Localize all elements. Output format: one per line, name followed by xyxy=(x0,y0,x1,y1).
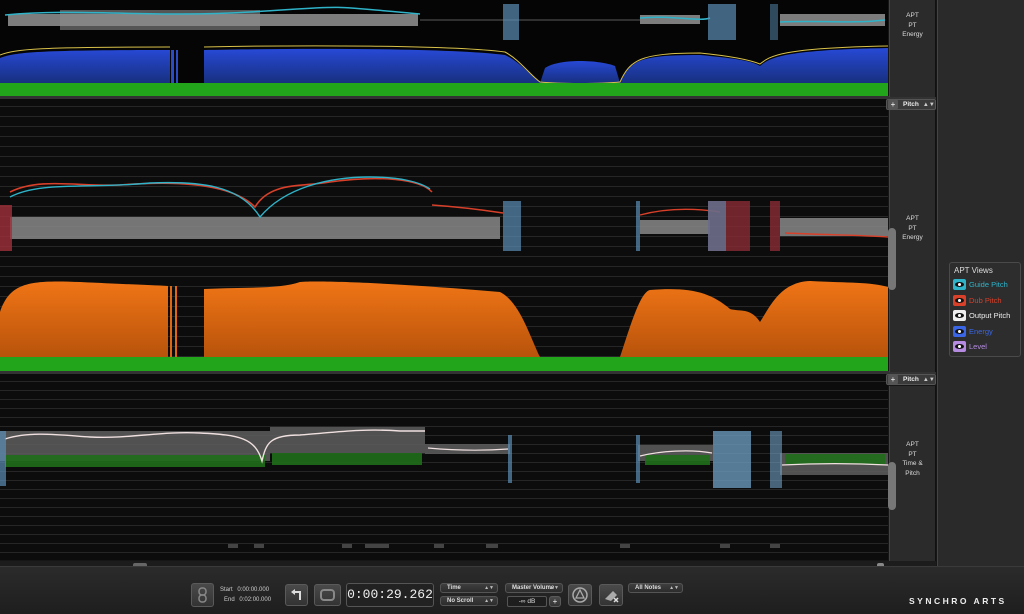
start-value: 0:00:00.000 xyxy=(237,587,270,593)
loop-icon xyxy=(320,589,335,601)
track-2-label: APT PT Energy xyxy=(902,215,923,241)
track-2-scrollbar[interactable] xyxy=(888,228,896,290)
apt-view-label: Guide Pitch xyxy=(969,280,1008,290)
return-button[interactable] xyxy=(285,584,308,606)
eye-icon[interactable] xyxy=(953,294,966,306)
track-3-label: APT PT Time & Pitch xyxy=(902,441,923,477)
track-2-view-dropdown[interactable]: + Pitch ▲▼ xyxy=(886,99,936,110)
time-display: 0:00:29.262 xyxy=(346,583,434,607)
track-3-side-panel: APT PT Time & Pitch xyxy=(889,386,936,561)
master-volume-dropdown[interactable]: Master Volume ▲▼ xyxy=(505,583,563,593)
chevron-updown-icon: ▲▼ xyxy=(484,585,494,591)
chevron-updown-icon: ▲▼ xyxy=(484,598,494,604)
apt-views-title: APT Views xyxy=(954,266,993,275)
track-3-view-dropdown[interactable]: + Pitch ▲▼ xyxy=(886,374,936,385)
track-1-graph xyxy=(0,4,888,97)
chevron-updown-icon: ▲▼ xyxy=(922,376,935,383)
track-2-graph xyxy=(0,97,888,373)
track-2-add-button[interactable]: + xyxy=(888,100,898,109)
track-1-lane[interactable] xyxy=(0,0,888,97)
apt-view-item[interactable]: Energy xyxy=(950,324,1020,340)
eraser-button[interactable] xyxy=(599,584,623,606)
eye-icon[interactable] xyxy=(953,310,966,322)
chevron-updown-icon: ▲▼ xyxy=(669,585,679,591)
track-1-side-panel: APT PT Energy xyxy=(889,0,936,97)
track-divider-1[interactable] xyxy=(0,96,936,99)
synchro-arts-logo: SYNCHRO ARTS xyxy=(909,596,1007,606)
track-2-side-panel: APT PT Energy xyxy=(889,110,936,372)
volume-plus-button[interactable]: + xyxy=(549,596,561,607)
chevron-updown-icon: ▲▼ xyxy=(549,585,559,591)
apt-view-item[interactable]: Guide Pitch xyxy=(950,277,1020,293)
apt-view-label: Level xyxy=(969,342,987,352)
link-icon xyxy=(198,587,207,603)
eraser-icon xyxy=(605,591,619,603)
track-divider-2[interactable] xyxy=(0,371,936,374)
eye-icon[interactable] xyxy=(953,325,966,337)
chevron-updown-icon: ▲▼ xyxy=(922,101,935,108)
apt-view-label: Energy xyxy=(969,326,993,336)
time-mode-dropdown[interactable]: Time ▲▼ xyxy=(440,583,498,593)
end-label: End xyxy=(224,597,235,603)
apt-view-label: Output Pitch xyxy=(969,311,1011,321)
link-button[interactable] xyxy=(191,583,214,607)
return-arrow-icon xyxy=(291,589,301,600)
end-value: 0:02:00.000 xyxy=(239,597,272,603)
apt-view-item[interactable]: Output Pitch xyxy=(950,308,1020,324)
apt-view-item[interactable]: Level xyxy=(950,339,1020,355)
volume-value[interactable]: -∞ dB xyxy=(507,596,547,607)
apt-view-label: Dub Pitch xyxy=(969,295,1002,305)
track-3-scrollbar[interactable] xyxy=(888,462,896,510)
apt-views-panel: APT Views Guide Pitch Dub Pitch Output Pit… xyxy=(949,262,1021,357)
track-3-add-button[interactable]: + xyxy=(888,375,898,384)
notes-filter-dropdown[interactable]: All Notes ▲▼ xyxy=(628,583,683,593)
apt-view-item[interactable]: Dub Pitch xyxy=(950,293,1020,309)
eye-icon[interactable] xyxy=(953,279,966,291)
start-label: Start xyxy=(220,587,233,593)
record-mode-button[interactable] xyxy=(568,584,592,606)
loop-button[interactable] xyxy=(314,584,341,606)
scroll-mode-dropdown[interactable]: No Scroll ▲▼ xyxy=(440,596,498,606)
track-3-lane[interactable] xyxy=(0,373,888,560)
track-1-label: APT PT Energy xyxy=(902,12,923,38)
eye-icon[interactable] xyxy=(953,341,966,353)
track-3-graph xyxy=(0,373,888,560)
app-window: APT PT Energy APT PT Energy APT PT Time … xyxy=(0,0,1024,614)
sync-wheel-icon xyxy=(572,587,588,603)
track-2-lane[interactable] xyxy=(0,97,888,373)
